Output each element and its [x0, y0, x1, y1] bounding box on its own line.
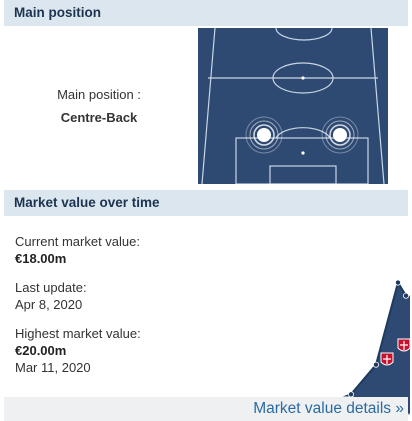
market-value-chart[interactable] [166, 268, 412, 418]
position-value: Centre-Back [60, 110, 138, 125]
club-crest-icon[interactable] [397, 338, 411, 352]
market-value-details-link[interactable]: Market value details » [253, 400, 404, 417]
position-info: Main position : Centre-Back [4, 26, 194, 186]
position-label: Main position : [57, 87, 141, 102]
club-crest-icon[interactable] [380, 352, 394, 366]
last-update-value: Apr 8, 2020 [15, 297, 83, 312]
pitch-center-spot [301, 76, 305, 80]
pitch-surface [198, 28, 388, 184]
highest-value: €20.00m [15, 343, 67, 358]
main-position-body: Main position : Centre-Back [4, 26, 408, 186]
current-value: €18.00m [15, 251, 67, 266]
market-value-header: Market value over time [4, 190, 408, 216]
market-value-panel: Market value over time Current market va… [4, 190, 411, 421]
chart-area [170, 282, 410, 414]
highest-value-date: Mar 11, 2020 [15, 360, 91, 375]
main-position-header: Main position [4, 0, 408, 26]
main-position-panel: Main position Main position : Centre-Bac… [4, 0, 408, 186]
chart-point-5[interactable] [372, 361, 379, 368]
pitch-penalty-spot [301, 151, 305, 155]
chart-point-7[interactable] [402, 292, 409, 299]
details-bar: Market value details » [4, 397, 408, 421]
highest-value-label: Highest market value: [15, 326, 141, 341]
last-update-label: Last update: [15, 280, 87, 295]
chart-point-6[interactable] [394, 279, 401, 286]
pitch-diagram [198, 28, 388, 184]
market-value-info: Current market value: €18.00m Last updat… [15, 216, 175, 375]
market-value-body: Current market value: €18.00m Last updat… [4, 216, 411, 421]
current-value-label: Current market value: [15, 234, 140, 249]
